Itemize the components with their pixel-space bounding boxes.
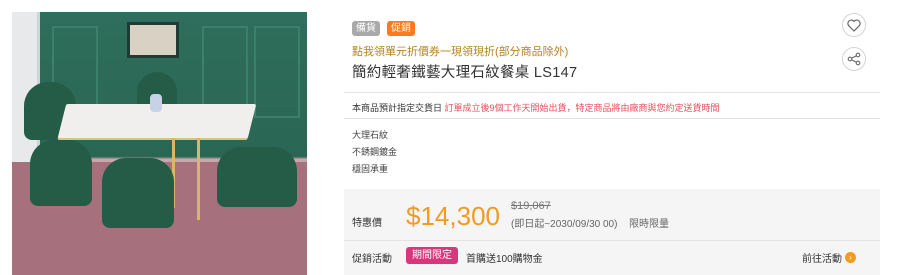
stock-badge: 備貨 [352,21,380,36]
photo-chair [102,158,174,228]
product-image[interactable] [12,12,307,275]
chevron-right-icon: › [845,252,856,263]
goto-promotion-label: 前往活動 [802,254,842,265]
sale-period: (即日起~2030/09/30 00) [511,219,618,230]
spec-item: 穩固承重 [352,164,389,174]
original-price: $19,067 [511,200,551,212]
price-label: 特惠價 [352,218,382,229]
limit-note: 限時限量 [629,219,669,230]
goto-promotion-link[interactable]: 前往活動 › [802,250,856,265]
photo-wall-panel [254,26,300,118]
photo-wall-art [127,22,179,58]
promo-badge: 促銷 [387,21,415,36]
favorite-button[interactable] [842,13,866,37]
divider [344,118,880,119]
product-info: 備貨 促銷 點我領單元折價券一現領現折(部分商品除外) 簡約輕奢鐵藝大理石紋餐桌… [344,0,880,275]
share-button[interactable] [842,47,866,71]
divider [344,92,880,93]
product-title: 簡約輕奢鐵藝大理石紋餐桌 LS147 [352,65,578,81]
photo-table-leg [197,138,200,220]
promotion-label: 促銷活動 [352,254,392,265]
heart-icon [847,18,861,32]
promotion-desc: 首購送100購物金 [466,254,543,265]
spec-item: 不銹鋼鍍金 [352,147,398,157]
spec-item: 大理石紋 [352,130,389,140]
sale-price: $14,300 [406,201,500,231]
price-box: 特惠價 $14,300 $19,067 (即日起~2030/09/30 00) … [344,189,880,275]
divider [344,240,880,241]
coupon-link[interactable]: 點我領單元折價券一現領現折(部分商品除外) [352,43,568,59]
shipping-detail: 訂單成立後9個工作天開始出貨，特定商品將由廠商與您約定送貨時間 [444,103,720,113]
shipping-prefix: 本商品預計指定交貨日 [352,103,443,113]
share-icon [847,52,861,66]
photo-chair [217,147,297,207]
photo-vase [150,94,162,112]
shipping-info: 本商品預計指定交貨日 訂單成立後9個工作天開始出貨，特定商品將由廠商與您約定送貨… [352,101,720,114]
promotion-tag: 期間限定 [406,247,458,264]
photo-chair [30,140,92,206]
